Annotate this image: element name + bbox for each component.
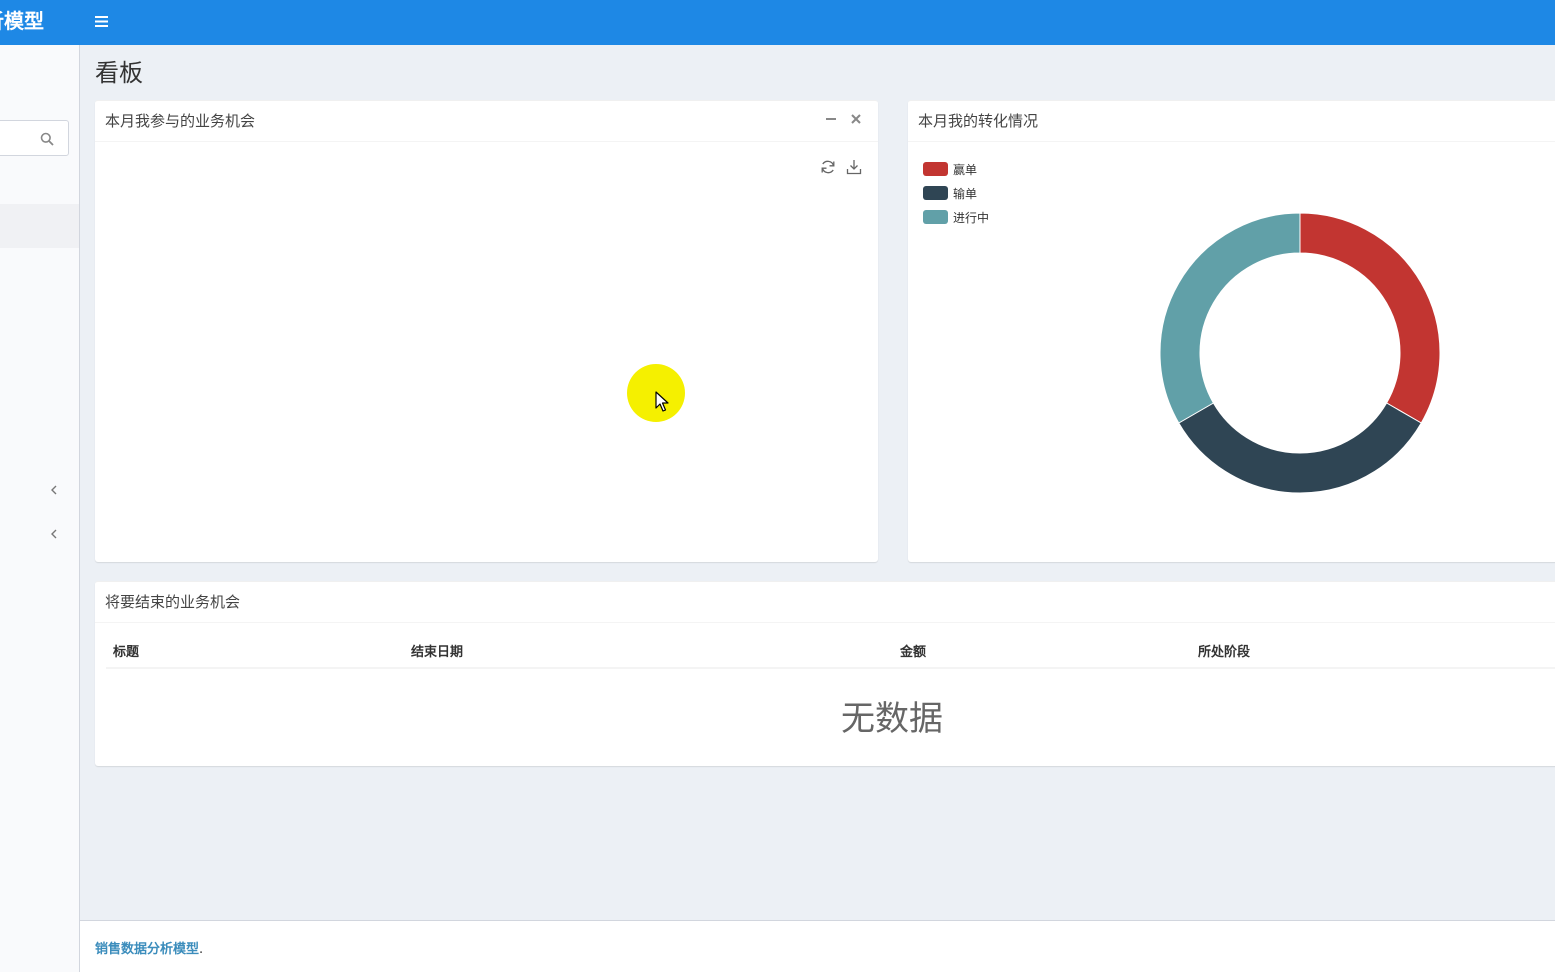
legend-label: 赢单 [953, 162, 978, 177]
minus-icon[interactable] [824, 112, 838, 128]
opportunities-table: 标题 结束日期 金额 所处阶段 [106, 634, 1555, 669]
ending-opportunities-panel: 将要结束的业务机会 标题 结束日期 金额 所处阶段 无数据 [95, 581, 1555, 766]
chevron-left-icon[interactable] [50, 529, 62, 541]
conversion-panel: 本月我的转化情况 赢单输单进行中 [908, 100, 1555, 562]
refresh-icon[interactable] [820, 159, 836, 175]
legend-item[interactable]: 进行中 [923, 205, 989, 229]
conversion-donut-chart [1159, 212, 1441, 494]
column-header-end-date[interactable]: 结束日期 [404, 634, 893, 669]
legend-item[interactable]: 赢单 [923, 157, 989, 181]
brand-logo[interactable]: 销售数据分析模型 [0, 0, 80, 45]
download-icon[interactable] [846, 159, 862, 175]
column-header-stage[interactable]: 所处阶段 [1191, 634, 1555, 669]
sidebar [0, 45, 80, 972]
sidebar-search-input[interactable] [0, 120, 69, 156]
empty-state-text: 无数据 [841, 699, 943, 739]
page-title: 看板 [95, 59, 143, 87]
footer-brand-text: 销售数据分析模型 [95, 942, 200, 957]
sidebar-item-active[interactable] [0, 204, 79, 248]
panel-title: 本月我参与的业务机会 [105, 112, 256, 130]
legend-swatch [923, 162, 948, 176]
panel-title: 将要结束的业务机会 [105, 593, 241, 611]
panel-header: 本月我的转化情况 [908, 101, 1555, 142]
my-opportunities-panel: 本月我参与的业务机会 [95, 100, 878, 562]
chevron-left-icon[interactable] [50, 485, 62, 497]
footer: 销售数据分析模型. [80, 920, 1555, 972]
donut-slice[interactable] [1159, 212, 1301, 424]
legend-label: 进行中 [953, 210, 990, 225]
column-header-amount[interactable]: 金额 [893, 634, 1191, 669]
table-header-row: 标题 结束日期 金额 所处阶段 [106, 634, 1555, 669]
legend-label: 输单 [953, 186, 978, 201]
mouse-cursor-icon [655, 391, 669, 412]
chart-legend: 赢单 输单 进行中 [923, 157, 989, 229]
panel-header: 本月我参与的业务机会 [95, 101, 878, 142]
brand-title: 销售数据分析模型 [0, 9, 44, 33]
close-icon[interactable] [849, 112, 863, 128]
footer-brand-link[interactable]: 销售数据分析模型. [95, 938, 203, 957]
top-navbar: 销售数据分析模型 [0, 0, 1555, 45]
donut-slice[interactable] [1178, 402, 1422, 494]
search-icon[interactable] [40, 131, 56, 147]
legend-item[interactable]: 输单 [923, 181, 989, 205]
column-header-title[interactable]: 标题 [106, 634, 404, 669]
panel-header: 将要结束的业务机会 [95, 582, 1555, 623]
legend-swatch [923, 186, 948, 200]
panel-title: 本月我的转化情况 [918, 112, 1039, 130]
donut-slice[interactable] [1299, 212, 1441, 424]
legend-swatch [923, 210, 948, 224]
footer-suffix: . [199, 942, 204, 957]
hamburger-icon[interactable] [90, 10, 112, 32]
